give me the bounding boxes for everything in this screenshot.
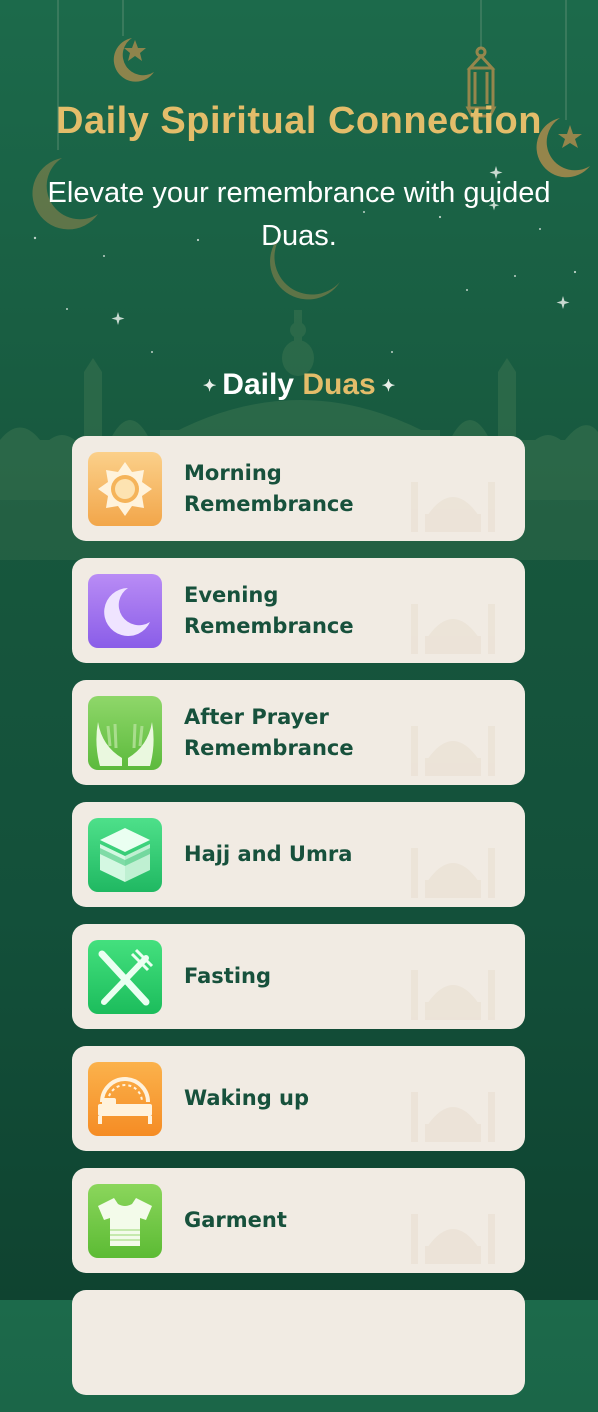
dua-card-waking-up[interactable]: Waking up	[72, 1046, 525, 1151]
hero-title: Daily Spiritual Connection	[56, 100, 542, 142]
dua-card-fasting[interactable]: Fasting	[72, 924, 525, 1029]
moon-icon	[88, 574, 162, 648]
dua-card-evening[interactable]: Evening Remembrance	[72, 558, 525, 663]
dua-card-morning[interactable]: Morning Remembrance	[72, 436, 525, 541]
dua-card-partial[interactable]	[72, 1290, 525, 1395]
dua-card-label: Waking up	[184, 1086, 310, 1110]
duas-list: Morning Remembrance Evening Remembrance	[72, 436, 525, 1412]
hero-subtitle: Elevate your remembrance with guided Dua…	[47, 177, 551, 252]
dua-card-label: Hajj and Umra	[184, 842, 353, 866]
dua-card-label: Fasting	[184, 964, 272, 988]
dua-card-label: Garment	[184, 1208, 287, 1232]
crescent-icon	[113, 38, 154, 82]
dua-card-hajj-umra[interactable]: Hajj and Umra	[72, 802, 525, 907]
section-title-part1: Daily	[222, 368, 294, 401]
sparkle-icon: ✦	[202, 378, 217, 396]
dua-card-label: Evening Remembrance	[184, 582, 354, 638]
praying-hands-icon	[88, 696, 162, 770]
dua-card-label: After Prayer Remembrance	[184, 704, 354, 760]
section-title-part2: Duas	[302, 368, 376, 401]
sparkle-icon: ✦	[381, 378, 396, 396]
dua-card-label: Morning Remembrance	[184, 460, 354, 516]
bed-icon	[88, 1062, 162, 1136]
sun-icon	[88, 452, 162, 526]
kaaba-icon	[88, 818, 162, 892]
dua-card-after-prayer[interactable]: After Prayer Remembrance	[72, 680, 525, 785]
dua-card-garment[interactable]: Garment	[72, 1168, 525, 1273]
section-title: ✦ Daily Duas ✦	[0, 368, 598, 402]
shirt-icon	[88, 1184, 162, 1258]
fork-knife-icon	[88, 940, 162, 1014]
